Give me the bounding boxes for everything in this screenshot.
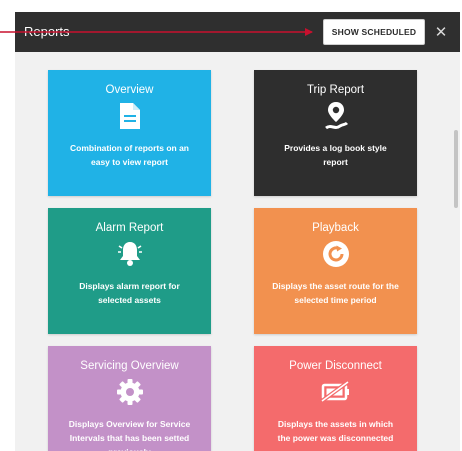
reports-header: Reports SHOW SCHEDULED ✕ xyxy=(15,12,460,52)
report-card-trip-report[interactable]: Trip Report Provides a log book style re… xyxy=(254,70,417,196)
gear-icon xyxy=(48,377,211,407)
card-title: Alarm Report xyxy=(95,222,164,234)
reports-panel: Reports SHOW SCHEDULED ✕ Overview Combin… xyxy=(15,12,460,451)
battery-disconnect-icon xyxy=(254,377,417,407)
card-description: Displays the asset route for the selecte… xyxy=(272,281,399,305)
card-description: Displays alarm report for selected asset… xyxy=(79,281,180,305)
card-description: Displays the assets in which the power w… xyxy=(277,419,394,443)
card-title: Servicing Overview xyxy=(80,360,179,372)
close-icon[interactable]: ✕ xyxy=(433,22,449,42)
bell-icon xyxy=(48,239,211,269)
report-card-playback[interactable]: Playback Displays the asset route for th… xyxy=(254,208,417,334)
location-pin-icon xyxy=(254,101,417,131)
card-description: Displays Overview for Service Intervals … xyxy=(68,419,191,451)
scrollbar-thumb[interactable] xyxy=(454,130,458,208)
report-card-overview[interactable]: Overview Combination of reports on an ea… xyxy=(48,70,211,196)
card-title: Power Disconnect xyxy=(289,360,382,372)
show-scheduled-button[interactable]: SHOW SCHEDULED xyxy=(323,19,425,45)
report-card-alarm-report[interactable]: Alarm Report Displays alarm report for s… xyxy=(48,208,211,334)
card-title: Playback xyxy=(312,222,359,234)
card-description: Provides a log book style report xyxy=(284,143,387,167)
replay-icon xyxy=(254,239,417,269)
scrollbar[interactable] xyxy=(451,52,460,451)
card-title: Overview xyxy=(105,84,154,96)
report-card-power-disconnect[interactable]: Power Disconnect Displays the assets in … xyxy=(254,346,417,451)
report-card-servicing-overview[interactable]: Servicing Overview Displays Overview for… xyxy=(48,346,211,451)
page-title: Reports xyxy=(24,24,70,39)
document-icon xyxy=(48,101,211,131)
card-description: Combination of reports on an easy to vie… xyxy=(70,143,189,167)
card-title: Trip Report xyxy=(306,84,365,96)
